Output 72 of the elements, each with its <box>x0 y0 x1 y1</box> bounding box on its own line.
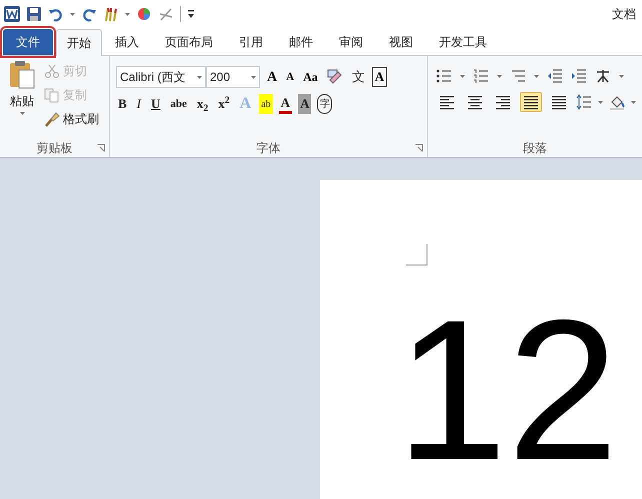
painter-button[interactable]: 格式刷 <box>44 110 99 128</box>
caret-icon <box>197 76 202 78</box>
caret-icon <box>598 100 603 104</box>
dialog-launcher-icon[interactable] <box>415 144 423 152</box>
bullet-list-icon[interactable] <box>436 68 452 84</box>
font-size-field[interactable]: 200 <box>206 66 260 88</box>
ribbon-tab[interactable]: 开始 <box>56 29 102 56</box>
highlight-button[interactable]: ab <box>259 94 273 114</box>
ribbon-tab[interactable]: 邮件 <box>276 29 326 55</box>
align-lines-icon <box>467 94 483 110</box>
caret-icon <box>251 76 256 78</box>
shrink-font-button[interactable]: A <box>284 67 296 87</box>
redo-icon[interactable] <box>81 6 97 22</box>
undo-icon[interactable] <box>48 6 64 22</box>
grow-font-button[interactable]: A <box>265 67 280 87</box>
copy-icon <box>44 87 60 103</box>
dialog-launcher-icon[interactable] <box>97 144 105 152</box>
align-lines-icon <box>551 94 567 110</box>
increase-indent-icon[interactable] <box>571 68 587 84</box>
enclose-button[interactable]: 字 <box>317 94 332 114</box>
color-button[interactable]: A <box>278 94 292 114</box>
file-tab[interactable]: 文件 <box>3 29 53 55</box>
decrease-indent-icon[interactable] <box>547 68 563 84</box>
caret-icon <box>497 74 502 78</box>
caret-icon <box>70 12 75 16</box>
window-title: 文档 <box>612 6 637 23</box>
phonetic-font-button[interactable]: 文 <box>350 67 367 87</box>
align-lines-icon <box>523 94 539 110</box>
save-icon[interactable] <box>26 6 42 22</box>
numbered-list-icon[interactable] <box>473 68 489 84</box>
align-lines-icon <box>439 94 455 110</box>
ribbon-tab[interactable]: 视图 <box>376 29 426 55</box>
paste-button[interactable]: 粘贴 <box>4 60 40 139</box>
caret-icon <box>460 74 465 78</box>
sup-button[interactable]: x$^{2}$ <box>216 94 232 114</box>
group-label: 剪贴板 <box>36 140 72 157</box>
caret-icon <box>20 112 24 115</box>
italic-button[interactable]: I <box>134 94 144 114</box>
color-wheel-icon[interactable] <box>136 6 152 22</box>
case-font-button[interactable]: Aa <box>301 67 320 87</box>
caret-icon <box>125 12 130 16</box>
font-name-field[interactable]: Calibri (西文 <box>116 66 206 88</box>
scissors-icon <box>44 63 60 79</box>
ribbon-tab[interactable]: 插入 <box>102 29 152 55</box>
paint-bucket-icon[interactable] <box>609 94 625 110</box>
word-logo-icon[interactable] <box>4 6 20 22</box>
brushes-icon[interactable] <box>103 6 119 22</box>
shading-button[interactable]: A <box>298 94 312 114</box>
clipboard-icon <box>8 60 36 90</box>
caret-icon <box>619 74 624 78</box>
ribbon-tab[interactable]: 页面布局 <box>152 29 226 55</box>
sub-button[interactable]: x$_{2}$ <box>194 94 210 114</box>
caret-icon <box>534 74 539 78</box>
ribbon-tab[interactable]: 开发工具 <box>426 29 500 55</box>
eraser-icon <box>326 69 343 85</box>
strike-button[interactable]: abe <box>168 94 189 114</box>
ribbon-tab[interactable]: 审阅 <box>326 29 376 55</box>
align-justify-button[interactable] <box>520 92 542 112</box>
bold-button[interactable]: B <box>116 94 129 114</box>
line-spacing-icon[interactable] <box>576 94 592 110</box>
group-label: 字体 <box>256 140 280 157</box>
align-lines-icon <box>495 94 511 110</box>
customize-icon[interactable] <box>187 9 195 19</box>
brush-icon <box>44 111 60 127</box>
underline-button[interactable]: U <box>149 94 162 114</box>
border-font-button[interactable]: A <box>372 67 388 87</box>
caret-icon <box>631 100 636 104</box>
multilevel-list-icon[interactable] <box>510 68 526 84</box>
margin-corner-mark <box>406 244 428 266</box>
group-label: 段落 <box>523 140 547 157</box>
document-text: 12 <box>396 306 620 476</box>
ribbon-tab[interactable]: 引用 <box>226 29 276 55</box>
